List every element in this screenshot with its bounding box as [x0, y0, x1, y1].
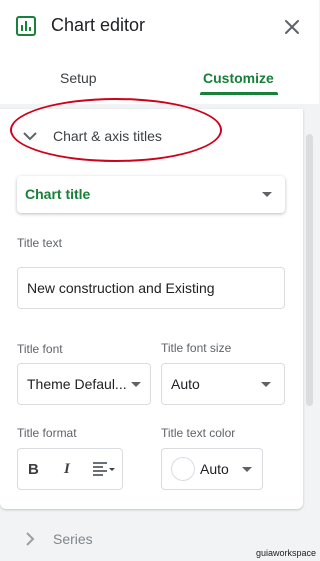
color-swatch — [171, 457, 195, 481]
bold-button[interactable]: B — [18, 449, 52, 489]
chart-icon — [16, 16, 36, 36]
dropdown-arrow-icon — [261, 382, 271, 387]
title-text-label: Title text — [17, 236, 62, 250]
editor-title: Chart editor — [51, 15, 146, 35]
dropdown-arrow-icon — [262, 192, 272, 197]
section-label: Chart & axis titles — [53, 128, 162, 144]
title-target-value: Chart title — [25, 186, 91, 202]
watermark-text: guiaworkspace — [256, 548, 317, 558]
editor-header: Chart editor Setup Customize — [0, 0, 319, 104]
title-font-size-label: Title font size — [161, 341, 232, 355]
section-header-chart-axis-titles[interactable]: Chart & axis titles — [18, 124, 258, 152]
tab-customize[interactable]: Customize — [203, 70, 274, 86]
close-icon[interactable] — [283, 18, 301, 36]
chart-editor-panel: Chart editor Setup Customize Chart & axi… — [0, 0, 319, 561]
title-font-size-value: Auto — [171, 376, 200, 392]
title-font-label: Title font — [17, 342, 63, 356]
bold-icon: B — [28, 461, 39, 478]
title-text-color-select[interactable]: Auto — [161, 448, 263, 490]
title-format-label: Title format — [17, 426, 77, 440]
italic-button[interactable]: I — [52, 449, 86, 489]
title-text-color-label: Title text color — [161, 426, 236, 440]
title-text-color-value: Auto — [200, 461, 229, 477]
title-target-select[interactable]: Chart title — [17, 176, 285, 213]
align-left-icon — [93, 462, 115, 476]
title-text-input[interactable] — [17, 267, 285, 309]
title-font-value: Theme Defaul... — [27, 376, 127, 392]
chevron-right-icon — [26, 532, 35, 546]
chevron-down-icon — [23, 132, 37, 141]
title-font-size-select[interactable]: Auto — [161, 363, 285, 405]
italic-icon: I — [64, 461, 70, 477]
dropdown-arrow-icon — [131, 382, 141, 387]
title-format-toolbar: B I — [17, 448, 123, 490]
dropdown-arrow-icon — [242, 467, 252, 472]
tab-setup[interactable]: Setup — [60, 70, 97, 86]
active-tab-indicator — [200, 92, 278, 95]
scrollbar[interactable] — [306, 134, 313, 406]
align-dropdown-button[interactable] — [86, 449, 122, 489]
title-font-select[interactable]: Theme Defaul... — [17, 363, 151, 405]
series-label: Series — [53, 531, 93, 547]
